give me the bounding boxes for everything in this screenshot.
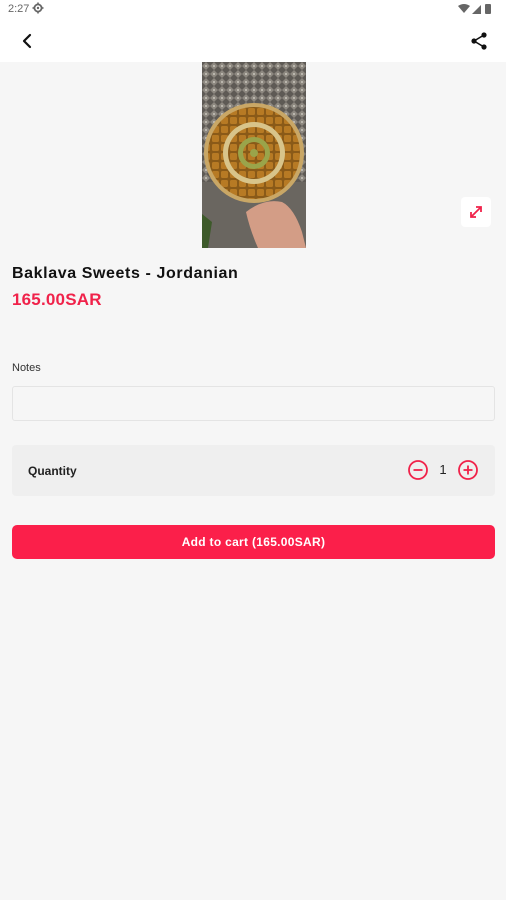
quantity-label: Quantity	[28, 464, 77, 478]
arrow-back-icon[interactable]	[14, 28, 40, 54]
expand-button[interactable]	[461, 197, 491, 227]
status-icons	[458, 4, 491, 14]
product-price: 165.00SAR	[12, 290, 102, 309]
quantity-card: Quantity 1	[12, 445, 495, 496]
notes-label: Notes	[12, 362, 41, 374]
product-image-area	[0, 62, 506, 248]
expand-icon	[470, 206, 482, 218]
product-title: Baklava Sweets - Jordanian	[12, 265, 239, 282]
app-bar	[0, 20, 506, 62]
status-time: 2:27	[8, 3, 30, 15]
add-to-cart-button[interactable]: Add to cart (165.00SAR)	[12, 525, 495, 559]
minus-circle-icon[interactable]	[407, 459, 429, 481]
plus-circle-icon[interactable]	[457, 459, 479, 481]
status-bar: 2:27	[0, 0, 506, 20]
gear-icon	[32, 2, 44, 14]
notes-input[interactable]	[12, 386, 495, 421]
share-icon[interactable]	[466, 28, 492, 54]
product-image[interactable]	[202, 62, 306, 248]
quantity-value: 1	[439, 462, 447, 477]
wifi-icon	[458, 4, 470, 13]
battery-icon	[485, 4, 491, 14]
signal-icon	[472, 5, 481, 14]
